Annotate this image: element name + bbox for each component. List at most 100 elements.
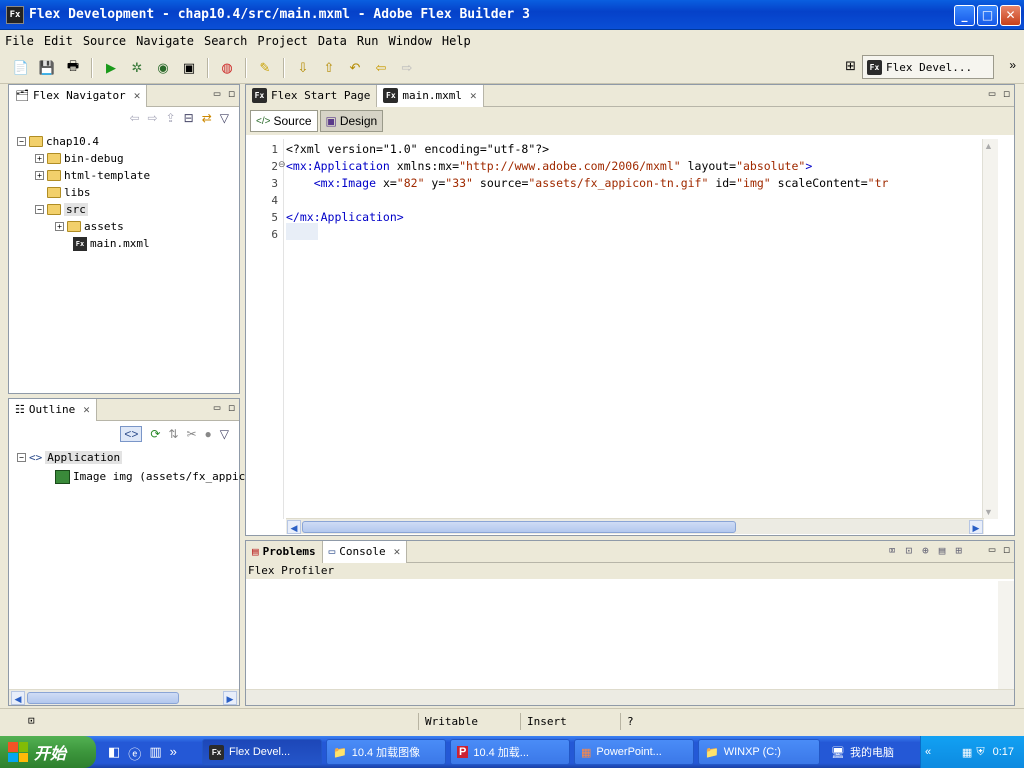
code-editor[interactable]: <?xml version="1.0" encoding="utf-8"?> <m… xyxy=(286,139,986,519)
filter-icon[interactable]: ✂ xyxy=(186,427,196,441)
maximize-view-icon[interactable]: ◻ xyxy=(1003,87,1010,100)
close-tab-icon[interactable]: ✕ xyxy=(83,403,90,416)
refresh-icon[interactable]: ⟳ xyxy=(150,427,160,441)
close-tab-icon[interactable]: ✕ xyxy=(134,89,141,102)
menu-search[interactable]: Search xyxy=(199,34,252,48)
close-button[interactable]: ✕ xyxy=(1000,5,1021,26)
menu-help[interactable]: Help xyxy=(437,34,476,48)
close-tab-icon[interactable]: ✕ xyxy=(470,89,477,102)
new-icon[interactable]: 📄 xyxy=(10,57,32,79)
maximize-view-icon[interactable]: ◻ xyxy=(1003,543,1010,556)
run-icon[interactable]: ▶ xyxy=(100,57,122,79)
prev-annotation-icon[interactable]: ⇧ xyxy=(318,57,340,79)
outline-item-application[interactable]: − <> Application xyxy=(17,449,123,466)
forward-icon[interactable]: ⇨ xyxy=(396,57,418,79)
dot-icon[interactable]: ● xyxy=(205,427,212,441)
print-icon[interactable]: 🖶 xyxy=(62,57,84,79)
nav-forward-icon[interactable]: ⇨ xyxy=(148,111,158,131)
view-menu-icon[interactable]: ▽ xyxy=(220,111,229,131)
menu-navigate[interactable]: Navigate xyxy=(131,34,199,48)
tree-item-main-mxml[interactable]: Fx main.mxml xyxy=(73,235,150,252)
fold-icon[interactable]: ⊖ xyxy=(278,159,286,170)
scroll-thumb[interactable] xyxy=(27,692,179,704)
menu-source[interactable]: Source xyxy=(78,34,131,48)
minimize-view-icon[interactable]: ▭ xyxy=(214,87,221,100)
close-tab-icon[interactable]: ✕ xyxy=(394,545,401,558)
last-edit-icon[interactable]: ↶ xyxy=(344,57,366,79)
minimize-button[interactable]: _ xyxy=(954,5,975,26)
show-desktop-icon[interactable]: ◧ xyxy=(108,744,120,763)
code-line[interactable]: <mx:Application xmlns:mx="http://www.ado… xyxy=(286,158,812,175)
minimize-view-icon[interactable]: ▭ xyxy=(214,401,221,414)
clear-console-icon[interactable]: ⌧ xyxy=(889,544,896,557)
menu-data[interactable]: Data xyxy=(313,34,352,48)
back-icon[interactable]: ⇦ xyxy=(370,57,392,79)
tree-item-html-template[interactable]: + html-template xyxy=(35,167,150,184)
task-ppt-10-4[interactable]: P 10.4 加载... xyxy=(450,739,570,765)
perspective-switcher[interactable]: Fx Flex Devel... xyxy=(862,55,994,79)
pin-console-icon[interactable]: ⊕ xyxy=(922,544,929,557)
debug-icon[interactable]: ✲ xyxy=(126,57,148,79)
menu-edit[interactable]: Edit xyxy=(39,34,78,48)
tree-item-assets[interactable]: + assets xyxy=(55,218,124,235)
code-line[interactable]: <?xml version="1.0" encoding="utf-8"?> xyxy=(286,141,549,158)
minimize-view-icon[interactable]: ▭ xyxy=(989,87,996,100)
editor-hscrollbar[interactable]: ◀ ▶ xyxy=(286,518,984,534)
source-mode-button[interactable]: </> Source xyxy=(250,110,318,132)
quicklaunch-icon[interactable]: ▥ xyxy=(149,744,161,763)
task-my-computer[interactable]: 🖥 我的电脑 xyxy=(824,739,920,765)
scroll-up-icon[interactable]: ▲ xyxy=(984,141,993,151)
editor-vscrollbar[interactable]: ▲ ▼ xyxy=(982,139,998,519)
edit-pen-icon[interactable]: ✎ xyxy=(254,57,276,79)
display-console-icon[interactable]: ▤ xyxy=(939,544,946,557)
profile-icon[interactable]: ◉ xyxy=(152,57,174,79)
tree-item-project[interactable]: − chap10.4 xyxy=(17,133,99,150)
design-mode-button[interactable]: ▣ Design xyxy=(319,110,384,132)
maximize-view-icon[interactable]: ◻ xyxy=(228,87,235,100)
export-release-icon[interactable]: ▣ xyxy=(178,57,200,79)
tray-expand-icon[interactable]: « xyxy=(925,746,931,758)
maximize-button[interactable]: □ xyxy=(977,5,998,26)
nav-up-icon[interactable]: ⇪ xyxy=(166,111,176,131)
ie-icon[interactable]: ⓔ xyxy=(128,744,141,763)
quicklaunch-more-icon[interactable]: » xyxy=(170,744,177,763)
tree-item-bin-debug[interactable]: + bin-debug xyxy=(35,150,124,167)
show-source-icon[interactable]: <> xyxy=(120,426,143,442)
perspective-more-icon[interactable]: » xyxy=(1009,58,1016,72)
task-flex-builder[interactable]: Fx Flex Devel... xyxy=(202,739,322,765)
link-editor-icon[interactable]: ⇄ xyxy=(202,111,212,131)
external-tools-icon[interactable]: ◍ xyxy=(216,57,238,79)
console-hscrollbar[interactable] xyxy=(246,689,1014,705)
outline-hscrollbar[interactable]: ◀ ▶ xyxy=(9,689,239,705)
view-menu-icon[interactable]: ▽ xyxy=(220,427,229,441)
fast-view-icon[interactable]: ⊡ xyxy=(28,714,35,727)
start-button[interactable]: 开始 xyxy=(0,736,96,768)
menu-run[interactable]: Run xyxy=(352,34,384,48)
console-vscrollbar[interactable] xyxy=(998,581,1014,689)
task-winxp-drive[interactable]: 📁 WINXP (C:) xyxy=(698,739,820,765)
tab-flex-navigator[interactable]: 🗂 Flex Navigator ✕ xyxy=(9,84,148,107)
scroll-down-icon[interactable]: ▼ xyxy=(984,507,993,517)
open-console-icon[interactable]: ⊞ xyxy=(955,544,962,557)
tab-console[interactable]: ▭ Console ✕ xyxy=(322,540,408,563)
scroll-lock-icon[interactable]: ⊡ xyxy=(906,544,913,557)
menu-project[interactable]: Project xyxy=(252,34,313,48)
tab-main-mxml[interactable]: Fx main.mxml ✕ xyxy=(377,84,484,107)
collapse-all-icon[interactable]: ⊟ xyxy=(184,111,194,131)
scroll-right-icon[interactable]: ▶ xyxy=(223,691,237,705)
code-line[interactable]: <mx:Image x="82" y="33" source="assets/f… xyxy=(286,175,889,192)
nav-back-icon[interactable]: ⇦ xyxy=(129,111,139,131)
next-annotation-icon[interactable]: ⇩ xyxy=(292,57,314,79)
outline-item-image[interactable]: Image img (assets/fx_appicon xyxy=(55,468,258,485)
shield-icon[interactable]: ⛨ xyxy=(976,746,984,759)
open-perspective-icon[interactable]: ⊞ xyxy=(845,58,856,74)
network-icon[interactable]: ▦ xyxy=(962,746,972,759)
task-powerpoint[interactable]: ▦ PowerPoint... xyxy=(574,739,694,765)
tab-outline[interactable]: ☷ Outline ✕ xyxy=(9,398,97,421)
sort-icon[interactable]: ⇅ xyxy=(168,427,178,441)
maximize-view-icon[interactable]: ◻ xyxy=(228,401,235,414)
tab-problems[interactable]: ▤ Problems xyxy=(246,540,323,563)
tab-flex-start-page[interactable]: Fx Flex Start Page xyxy=(246,84,378,107)
task-folder-10-4[interactable]: 📁 10.4 加载图像 xyxy=(326,739,446,765)
minimize-view-icon[interactable]: ▭ xyxy=(989,543,996,556)
